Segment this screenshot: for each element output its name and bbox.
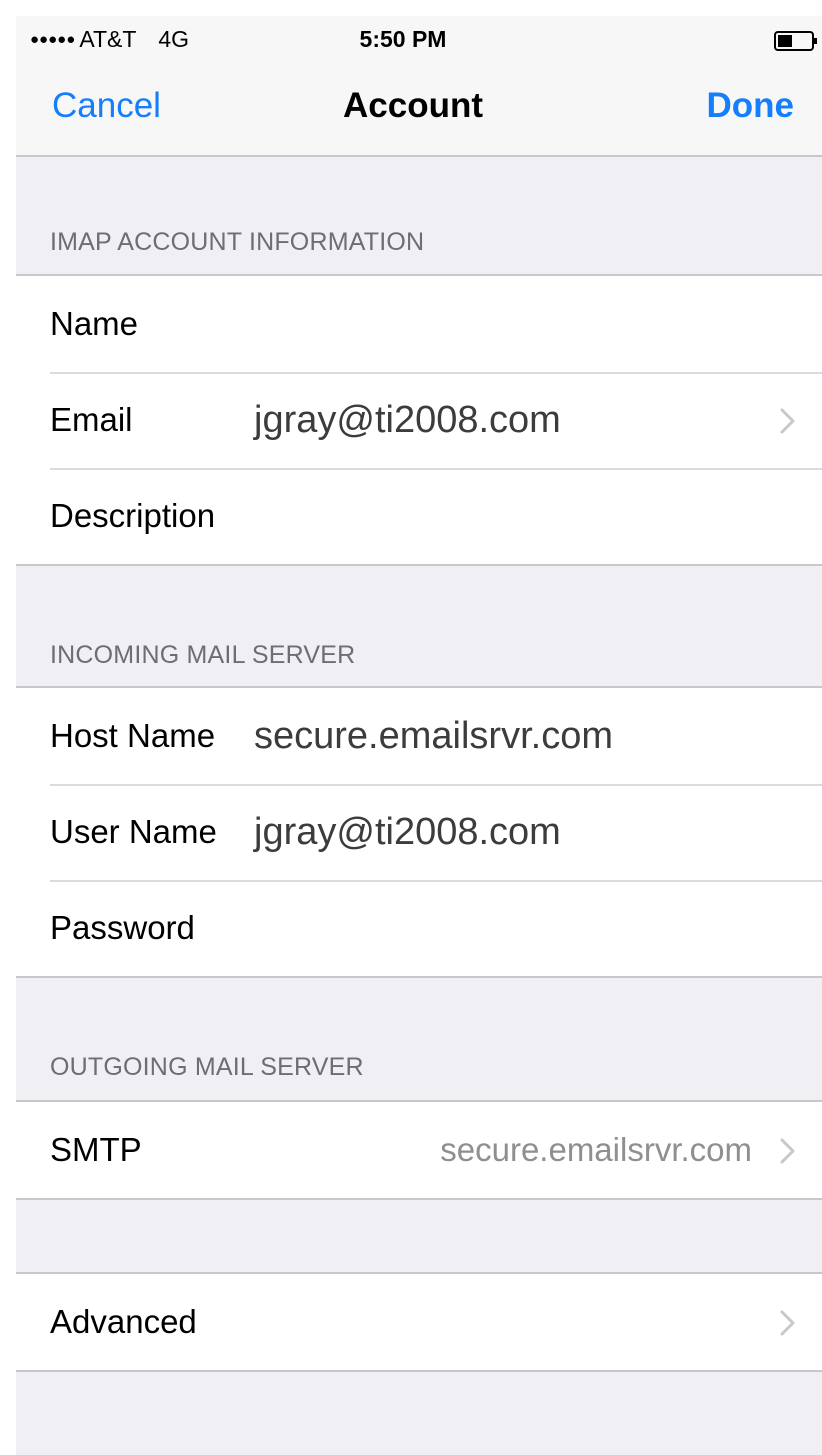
page-title: Account <box>343 86 483 125</box>
section-header-incoming: INCOMING MAIL SERVER <box>50 641 356 669</box>
chevron-right-icon <box>780 1310 795 1336</box>
status-time: 5:50 PM <box>359 26 447 52</box>
incoming-server-group: Host Name secure.emailsrvr.com User Name… <box>16 686 822 978</box>
smtp-label: SMTP <box>50 1131 142 1168</box>
user-name-label: User Name <box>50 813 217 850</box>
section-header-outgoing: OUTGOING MAIL SERVER <box>50 1053 364 1081</box>
navigation-bar: Cancel Account Done <box>16 66 822 157</box>
email-row[interactable]: Email jgray@ti2008.com <box>16 372 822 468</box>
user-name-row[interactable]: User Name jgray@ti2008.com <box>16 784 822 880</box>
smtp-value: secure.emailsrvr.com <box>440 1131 752 1168</box>
name-row[interactable]: Name <box>16 276 822 372</box>
name-label: Name <box>50 305 139 342</box>
section-header-imap: IMAP ACCOUNT INFORMATION <box>50 228 425 256</box>
password-label: Password <box>50 909 195 946</box>
description-row[interactable]: Description <box>16 468 822 564</box>
email-label: Email <box>50 401 133 438</box>
password-row[interactable]: Password <box>16 880 822 976</box>
battery-icon <box>774 31 817 51</box>
description-label: Description <box>50 497 216 534</box>
host-name-row[interactable]: Host Name secure.emailsrvr.com <box>16 688 822 784</box>
smtp-row[interactable]: SMTP secure.emailsrvr.com <box>16 1102 822 1198</box>
user-name-field[interactable]: jgray@ti2008.com <box>254 784 561 880</box>
advanced-group: Advanced <box>16 1272 822 1372</box>
chevron-right-icon <box>780 408 795 434</box>
host-name-label: Host Name <box>50 717 216 754</box>
done-button[interactable]: Done <box>707 86 795 126</box>
outgoing-server-group: SMTP secure.emailsrvr.com <box>16 1100 822 1200</box>
advanced-row[interactable]: Advanced <box>16 1274 822 1370</box>
chevron-right-icon <box>780 1138 795 1164</box>
status-bar: ●●●●● AT&T 4G 5:50 PM <box>16 16 822 66</box>
host-name-field[interactable]: secure.emailsrvr.com <box>254 688 613 784</box>
advanced-label: Advanced <box>50 1303 197 1340</box>
email-value: jgray@ti2008.com <box>254 399 561 441</box>
account-settings-screen: ●●●●● AT&T 4G 5:50 PM Cancel Account Don… <box>16 16 822 1455</box>
imap-account-group: Name Email jgray@ti2008.com Description <box>16 274 822 566</box>
